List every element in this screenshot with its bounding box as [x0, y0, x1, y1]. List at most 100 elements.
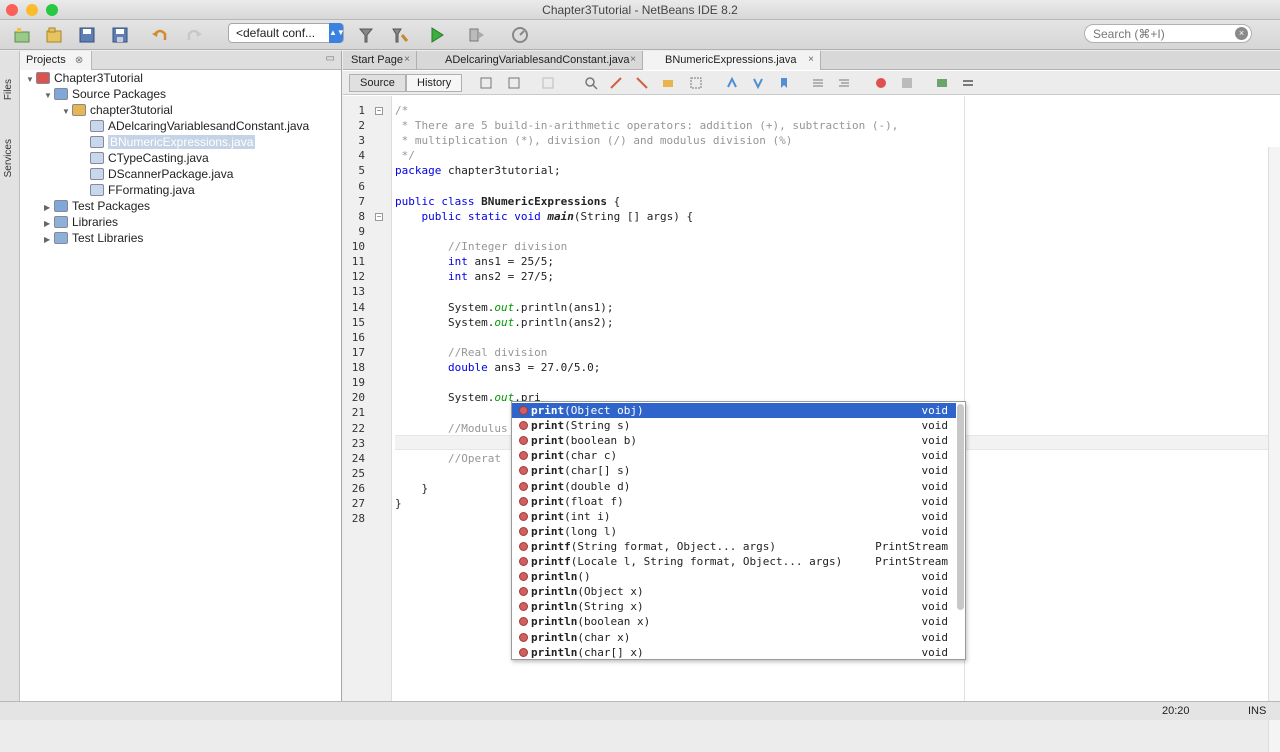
completion-item[interactable]: print(double d) void [512, 479, 956, 494]
completion-item[interactable]: println(char x) void [512, 630, 956, 645]
undo-icon[interactable] [150, 25, 170, 45]
line-number: 2 [358, 119, 365, 133]
forward-icon[interactable] [541, 76, 555, 90]
completion-item[interactable]: print(char[] s) void [512, 463, 956, 478]
package-folder-icon [54, 88, 68, 100]
back-icon[interactable] [507, 76, 521, 90]
build-icon[interactable] [390, 25, 410, 45]
method-params: (char[] s) [564, 464, 631, 478]
tab-label: BNumericExpressions.java [665, 54, 797, 66]
insert-mode[interactable]: INS [1248, 705, 1266, 717]
completion-item[interactable]: print(Object obj) void [512, 403, 956, 418]
collapsed-arrow-icon[interactable]: ▶ [44, 219, 54, 228]
comment-icon[interactable] [935, 76, 949, 90]
shift-right-icon[interactable] [837, 76, 851, 90]
expanded-arrow-icon[interactable]: ▼ [62, 107, 72, 116]
tree-item[interactable]: ▼ chapter3tutorial [62, 103, 173, 119]
tree-item[interactable]: ▼ Chapter3Tutorial [26, 71, 143, 87]
fold-collapse-icon[interactable]: − [375, 212, 383, 221]
tab-adeclaring[interactable]: ADelcaringVariablesandConstant.java × [417, 51, 643, 70]
tree-item[interactable]: ADelcaringVariablesandConstant.java [80, 119, 309, 135]
save-icon[interactable] [110, 25, 130, 45]
method-icon [519, 617, 528, 627]
clean-build-icon[interactable] [356, 25, 376, 45]
redo-icon[interactable] [184, 25, 204, 45]
tree-item[interactable]: CTypeCasting.java [80, 151, 209, 167]
tree-item[interactable]: FFormating.java [80, 183, 195, 199]
tree-item[interactable]: DScannerPackage.java [80, 167, 233, 183]
project-icon [36, 72, 50, 84]
uncomment-icon[interactable] [961, 76, 975, 90]
tree-item[interactable]: BNumericExpressions.java [80, 135, 256, 151]
completion-item[interactable]: println(char[] x) void [512, 645, 956, 659]
completion-item[interactable]: println() void [512, 569, 956, 584]
completion-item[interactable]: print(int i) void [512, 509, 956, 524]
code-completion-popup[interactable]: print(Object obj) void print(String s) void… [511, 401, 966, 660]
completion-item[interactable]: printf(String format, Object... args) Pri… [512, 539, 956, 554]
tree-item[interactable]: ▶ Libraries [44, 215, 118, 231]
tree-item[interactable]: ▶ Test Packages [44, 199, 150, 215]
code-line: } [395, 497, 402, 511]
completion-item[interactable]: println(boolean x) void [512, 614, 956, 629]
side-tab-services[interactable]: Services [3, 139, 14, 177]
side-tab-files[interactable]: Files [3, 79, 14, 100]
collapsed-arrow-icon[interactable]: ▶ [44, 203, 54, 212]
projects-tab[interactable]: Projects ⊗ [20, 51, 93, 70]
close-icon[interactable]: × [808, 54, 814, 65]
method-icon [519, 421, 528, 431]
tree-item[interactable]: ▶ Test Libraries [44, 231, 143, 247]
method-icon [519, 602, 528, 612]
previous-bookmark-icon[interactable] [725, 76, 739, 90]
run-icon[interactable] [427, 25, 447, 45]
line-number: 11 [351, 255, 365, 269]
completion-item[interactable]: print(char c) void [512, 448, 956, 463]
completion-item[interactable]: print(float f) void [512, 494, 956, 509]
toggle-highlight-icon[interactable] [661, 76, 675, 90]
method-name: print [531, 479, 565, 493]
start-macro-icon[interactable] [874, 76, 888, 90]
new-project-icon[interactable] [12, 25, 32, 45]
stop-macro-icon[interactable] [900, 76, 914, 90]
tree-item[interactable]: ▼ Source Packages [44, 87, 166, 103]
toggle-rectangular-icon[interactable] [689, 76, 703, 90]
method-icon [519, 496, 528, 506]
debug-icon[interactable] [467, 25, 487, 45]
configuration-select[interactable]: <default conf... ▲▼ [228, 23, 345, 43]
fold-collapse-icon[interactable]: − [375, 107, 383, 115]
find-icon[interactable] [584, 76, 598, 90]
library-icon [54, 216, 68, 228]
tab-start-page[interactable]: Start Page × [343, 51, 417, 70]
completion-item[interactable]: println(String x) void [512, 599, 956, 614]
next-bookmark-icon[interactable] [751, 76, 765, 90]
collapsed-arrow-icon[interactable]: ▶ [44, 235, 54, 244]
shift-left-icon[interactable] [811, 76, 825, 90]
last-edit-icon[interactable] [479, 76, 493, 90]
expanded-arrow-icon[interactable]: ▼ [44, 91, 54, 100]
clear-search-icon[interactable]: × [1235, 27, 1248, 40]
completion-item[interactable]: printf(Locale l, String format, Object..… [512, 554, 956, 569]
search-input[interactable]: Search (⌘+I) × [1084, 24, 1252, 43]
expanded-arrow-icon[interactable]: ▼ [26, 75, 36, 84]
completion-item[interactable]: println(Object x) void [512, 584, 956, 599]
completion-item[interactable]: print(boolean b) void [512, 433, 956, 448]
completion-item[interactable]: print(long l) void [512, 524, 956, 539]
close-icon[interactable]: ⊗ [75, 55, 83, 66]
source-button[interactable]: Source [349, 74, 406, 92]
toggle-bookmark-icon[interactable] [777, 76, 791, 90]
close-icon[interactable]: × [630, 54, 636, 65]
completion-scrollbar[interactable] [957, 404, 964, 610]
find-next-icon[interactable] [635, 76, 649, 90]
method-icon [519, 632, 528, 642]
completion-item[interactable]: print(String s) void [512, 418, 956, 433]
save-all-icon[interactable] [77, 25, 97, 45]
close-icon[interactable]: × [404, 54, 410, 65]
profile-icon[interactable] [510, 25, 530, 45]
history-button[interactable]: History [406, 74, 463, 92]
line-number: 24 [351, 451, 365, 465]
open-project-icon[interactable] [44, 25, 64, 45]
return-type: PrintStream [875, 555, 948, 568]
minimize-panel-icon[interactable]: ▭ [326, 53, 335, 64]
tab-bnumericexpressions[interactable]: BNumericExpressions.java × [643, 51, 821, 70]
find-previous-icon[interactable] [609, 76, 623, 90]
chevron-updown-icon: ▲▼ [329, 23, 345, 43]
